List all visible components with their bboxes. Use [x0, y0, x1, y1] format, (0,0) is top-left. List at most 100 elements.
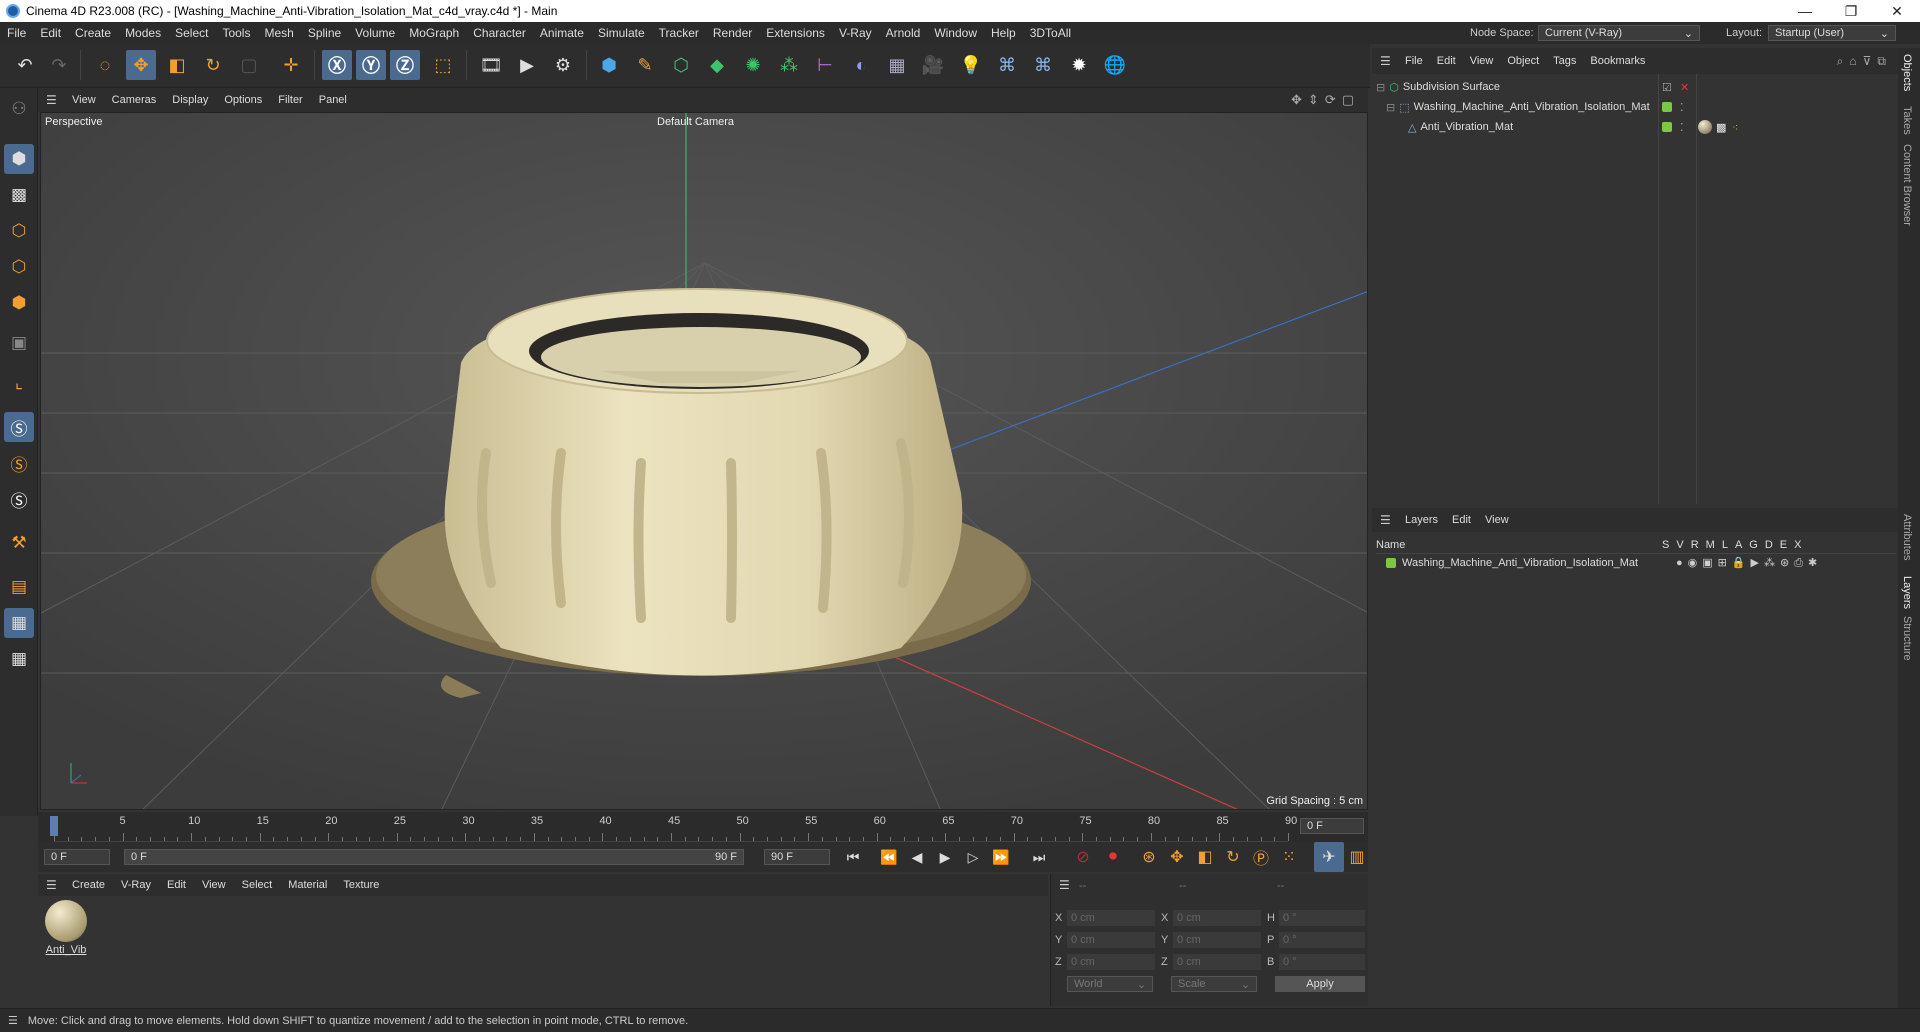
lock-x-icon[interactable]: Ⓧ	[322, 50, 352, 80]
material-menu-create[interactable]: Create	[64, 879, 113, 891]
material-menu-material[interactable]: Material	[280, 879, 335, 891]
menu-spline[interactable]: Spline	[301, 26, 348, 40]
scale-tool-icon[interactable]: ◧	[162, 50, 192, 80]
live-selection-icon[interactable]: ◌	[90, 50, 120, 80]
node-space-select[interactable]: Current (V-Ray) ⌄	[1538, 25, 1700, 41]
python-icon[interactable]: ⌘	[992, 50, 1022, 80]
objects-menu-object[interactable]: Object	[1500, 55, 1546, 67]
3d-viewport[interactable]: Perspective Default Camera Grid Spacing …	[40, 112, 1368, 810]
menu-tracker[interactable]: Tracker	[652, 26, 706, 40]
object-row-subdivision-surface[interactable]: ⊟ ⬡ Subdivision Surface ☑ ✕	[1376, 78, 1896, 96]
make-editable-icon[interactable]: ⚇	[4, 94, 34, 124]
layer-flags-icons[interactable]: ●◉▣⊞🔒▶⁂⊛⎙✱	[1676, 556, 1822, 570]
menu-arnold[interactable]: Arnold	[879, 26, 928, 40]
points-mode-icon[interactable]: ⬡	[4, 216, 34, 246]
key-rotation-icon[interactable]: ↻	[1218, 842, 1248, 872]
record-keys-icon[interactable]: ⊘	[1068, 842, 1098, 872]
menu-volume[interactable]: Volume	[348, 26, 402, 40]
enabled-toggle-icon[interactable]: ✕	[1680, 81, 1689, 94]
quantize-icon[interactable]: Ⓢ	[4, 484, 34, 514]
layer-color-icon[interactable]	[1662, 122, 1672, 132]
position-x-field[interactable]: 0 cm	[1067, 910, 1155, 926]
objects-menu-view[interactable]: View	[1463, 55, 1501, 67]
key-position-icon[interactable]: ✥	[1162, 842, 1192, 872]
layout-select[interactable]: Startup (User) ⌄	[1768, 25, 1896, 41]
hamburger-icon[interactable]: ☰	[1059, 878, 1070, 892]
model-mode-icon[interactable]: ⬢	[4, 144, 34, 174]
extrude-icon[interactable]: ◆	[702, 50, 732, 80]
layer-color-icon[interactable]	[1386, 558, 1396, 568]
current-frame-field[interactable]: 0 F	[1300, 818, 1364, 834]
rotation-b-field[interactable]: 0 °	[1279, 954, 1365, 970]
next-frame-icon[interactable]: ▷	[958, 842, 988, 872]
snap-icon[interactable]: Ⓢ	[4, 412, 34, 442]
menu-tools[interactable]: Tools	[215, 26, 257, 40]
viewport-camera-label[interactable]: Default Camera	[657, 116, 734, 128]
motion-mode-icon[interactable]: ✈	[1314, 842, 1344, 872]
layers-menu-layers[interactable]: Layers	[1398, 514, 1445, 526]
material-menu-texture[interactable]: Texture	[335, 879, 387, 891]
timeline-window-icon[interactable]: ▥	[1342, 842, 1372, 872]
tweak-mode-icon[interactable]: ⚒	[4, 528, 34, 558]
objects-menu-tags[interactable]: Tags	[1546, 55, 1583, 67]
rotation-p-field[interactable]: 0 °	[1279, 932, 1365, 948]
hamburger-icon[interactable]: ☰	[8, 1014, 18, 1027]
lock-y-icon[interactable]: Ⓨ	[356, 50, 386, 80]
object-manager-tools-icons[interactable]: ⌕⌂⊽⧉	[1837, 54, 1892, 69]
position-y-field[interactable]: 0 cm	[1067, 932, 1155, 948]
tab-objects[interactable]: Objects	[1901, 54, 1913, 91]
menu-modes[interactable]: Modes	[118, 26, 168, 40]
layers-menu-edit[interactable]: Edit	[1445, 514, 1478, 526]
coordinate-system-icon[interactable]: ⬚	[428, 50, 458, 80]
visibility-dots-icon[interactable]: ⁚	[1680, 121, 1684, 134]
minimize-icon[interactable]: —	[1782, 0, 1828, 22]
menu-help[interactable]: Help	[984, 26, 1023, 40]
previous-frame-icon[interactable]: ◀	[902, 842, 932, 872]
apply-button[interactable]: Apply	[1275, 976, 1365, 992]
playhead[interactable]	[50, 816, 58, 836]
autokey-icon[interactable]: ⏺	[1098, 842, 1128, 872]
menu-simulate[interactable]: Simulate	[591, 26, 652, 40]
polygons-mode-icon[interactable]: ⬢	[4, 288, 34, 318]
coordinate-space-select[interactable]: World ⌄	[1067, 976, 1153, 992]
lock-z-icon[interactable]: Ⓩ	[390, 50, 420, 80]
start-frame-field[interactable]: 0 F	[44, 849, 110, 865]
axis-workplane-icon[interactable]: ▦	[4, 644, 34, 674]
edges-mode-icon[interactable]: ⬡	[4, 252, 34, 282]
menu-extensions[interactable]: Extensions	[759, 26, 832, 40]
range-slider[interactable]: 0 F 90 F	[124, 849, 744, 865]
key-param-icon[interactable]: Ⓟ	[1246, 842, 1276, 872]
menu-vray[interactable]: V-Ray	[832, 26, 879, 40]
key-selection-icon[interactable]: ⊛	[1134, 842, 1164, 872]
cube-primitive-icon[interactable]: ⬢	[594, 50, 624, 80]
material-menu-select[interactable]: Select	[234, 879, 281, 891]
size-z-field[interactable]: 0 cm	[1173, 954, 1261, 970]
uv-mode-icon[interactable]: ▣	[4, 328, 34, 358]
viewport-menu-filter[interactable]: Filter	[270, 94, 310, 106]
rotate-tool-icon[interactable]: ↻	[198, 50, 228, 80]
material-tag-icon[interactable]	[1698, 120, 1712, 134]
menu-select[interactable]: Select	[168, 26, 215, 40]
mograph-cubes-icon[interactable]: ⁂	[774, 50, 804, 80]
hamburger-icon[interactable]: ☰	[46, 878, 64, 892]
collapse-icon[interactable]: ⊟	[1376, 81, 1385, 94]
texture-mode-icon[interactable]: ▩	[4, 180, 34, 210]
vray-globe-icon[interactable]: 🌐	[1100, 50, 1130, 80]
visibility-check-icon[interactable]: ☑	[1662, 81, 1672, 94]
menu-animate[interactable]: Animate	[533, 26, 591, 40]
previous-key-icon[interactable]: ⏪	[874, 842, 904, 872]
key-scale-icon[interactable]: ◧	[1190, 842, 1220, 872]
hamburger-icon[interactable]: ☰	[46, 93, 64, 107]
key-pla-icon[interactable]: ⁙	[1274, 842, 1304, 872]
play-icon[interactable]: ▶	[930, 842, 960, 872]
subdivision-surface-icon[interactable]: ⬡	[666, 50, 696, 80]
layer-row[interactable]: Washing_Machine_Anti_Vibration_Isolation…	[1386, 554, 1896, 572]
rotation-h-field[interactable]: 0 °	[1279, 910, 1365, 926]
object-row-washing-machine[interactable]: ⊟ ⬚ Washing_Machine_Anti_Vibration_Isola…	[1386, 98, 1896, 116]
end-frame-field[interactable]: 90 F	[764, 849, 830, 865]
coordinate-mode-select[interactable]: Scale ⌄	[1171, 976, 1257, 992]
layer-color-icon[interactable]	[1662, 102, 1672, 112]
bend-deformer-icon[interactable]: ⊢	[810, 50, 840, 80]
python-generator-icon[interactable]: ⌘	[1028, 50, 1058, 80]
timeline-ruler[interactable]: 051015202530354045505560657075808590 0 F	[38, 812, 1368, 842]
